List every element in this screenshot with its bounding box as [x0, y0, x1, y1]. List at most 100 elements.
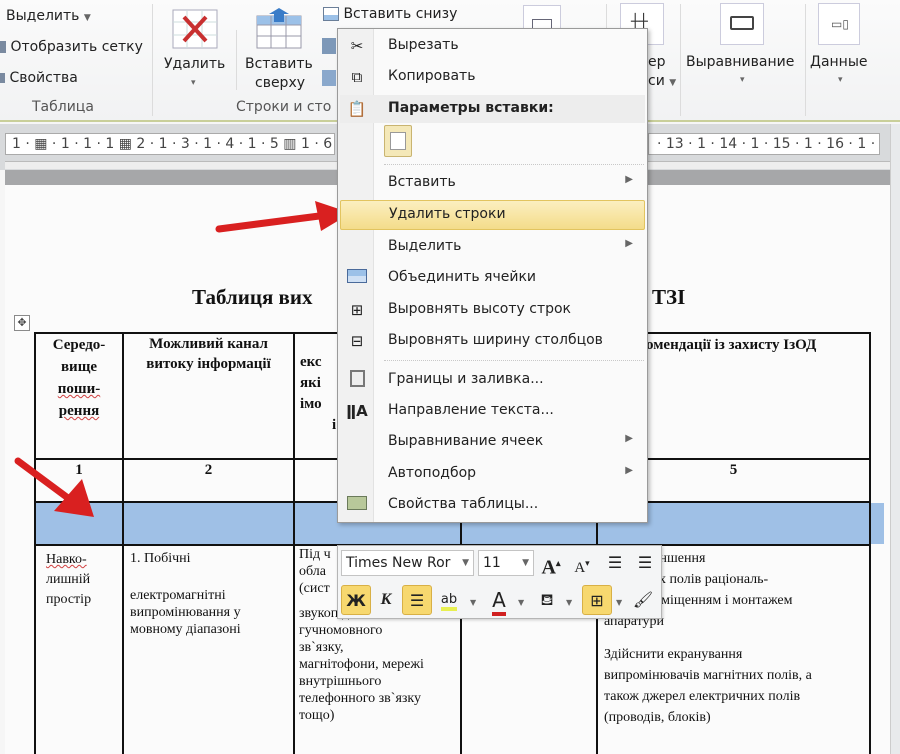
group-label-rows-cols: Строки и сто: [236, 99, 332, 115]
chevron-down-icon: ▾: [740, 75, 745, 85]
cell-line: магнітофони, мережі: [299, 657, 424, 672]
header-line: рення: [58, 403, 100, 419]
menu-item-autofit[interactable]: Автоподбор ▶: [340, 460, 645, 488]
bold-button[interactable]: Ж: [341, 585, 371, 615]
insert-below-button[interactable]: Вставить снизу: [323, 6, 457, 22]
select-button[interactable]: Выделить ▼: [6, 8, 91, 24]
menu-item-merge-cells[interactable]: Объединить ячейки: [340, 264, 645, 292]
menu-item-borders[interactable]: Границы и заливка...: [340, 366, 645, 394]
grow-font-icon: A: [541, 556, 556, 579]
column-number-2: 2: [204, 462, 213, 478]
table-move-handle-icon[interactable]: ✥: [14, 315, 30, 331]
menu-item-label: Вырезать: [388, 37, 459, 53]
text-direction-icon: ǁA: [346, 402, 368, 420]
menu-item-cell-alignment[interactable]: Выравнивание ячеек ▶: [340, 428, 645, 456]
alignment-button[interactable]: Выравнивание ▾: [684, 3, 804, 93]
paste-keep-formatting-button[interactable]: [384, 125, 412, 157]
header-col-2: Можливий канал витоку інформації: [124, 334, 293, 374]
show-grid-button[interactable]: Отобразить сетку: [0, 39, 143, 55]
insert-right-icon[interactable]: [322, 70, 336, 86]
group-separator: [805, 4, 806, 116]
show-grid-label: Отобразить сетку: [10, 39, 143, 55]
menu-item-copy[interactable]: ⧉ Копировать: [340, 63, 645, 91]
menu-item-label: Границы и заливка...: [388, 371, 544, 387]
group-label-table: Таблица: [32, 99, 94, 115]
delete-table-icon: [172, 9, 218, 49]
chevron-down-icon: ▼: [83, 13, 91, 23]
menu-item-label: Автоподбор: [388, 465, 477, 481]
decrease-indent-button[interactable]: ☰: [600, 548, 630, 578]
chevron-down-icon[interactable]: ▼: [566, 598, 572, 607]
distribute-columns-icon: ⊟: [350, 332, 364, 350]
header-line: Можливий канал: [149, 336, 268, 352]
cell-line: випромінювання у: [130, 605, 241, 620]
cell-size-partial-2: си ▼: [648, 73, 676, 89]
highlight-icon: ab: [440, 592, 458, 611]
menu-item-distribute-rows[interactable]: ⊞ Выровнять высоту строк: [340, 296, 645, 324]
center-align-button[interactable]: ☰: [402, 585, 432, 615]
menu-item-delete-rows[interactable]: Удалить строки: [340, 200, 645, 230]
alignment-icon-frame: [720, 3, 764, 45]
borders-button[interactable]: ⊞: [582, 585, 612, 615]
highlight-button[interactable]: ab: [434, 585, 464, 615]
menu-item-cut[interactable]: ✂ Вырезать: [340, 32, 645, 60]
data-label: Данные: [810, 54, 868, 70]
italic-button[interactable]: К: [371, 585, 401, 615]
font-name-field[interactable]: Times New Ror ▼: [341, 550, 474, 576]
properties-icon: [0, 73, 5, 83]
chevron-down-icon[interactable]: ▼: [518, 598, 524, 607]
header-line: і: [332, 417, 337, 433]
menu-item-text-direction[interactable]: ǁA Направление текста...: [340, 397, 645, 425]
document-title-right: ТЗІ: [652, 285, 686, 309]
alignment-label: Выравнивание: [686, 54, 795, 70]
increase-indent-button[interactable]: ☰: [630, 548, 660, 578]
scissors-icon: ✂: [350, 37, 364, 55]
ruler-left-segment: 1 · ▦ · 1 · 1 · 1 ▦ 2 · 1 · 3 · 1 · 4 · …: [5, 133, 335, 155]
header-line: вище: [60, 359, 98, 375]
decrease-indent-icon: ☰: [607, 553, 623, 572]
chevron-down-icon: ▼: [669, 78, 677, 88]
menu-item-insert[interactable]: Вставить ▶: [340, 169, 645, 197]
cell-line: випромінювачів магнітних полів, а: [604, 668, 812, 683]
center-align-icon: ☰: [409, 591, 425, 610]
copy-icon: ⧉: [351, 68, 363, 86]
ruler-right-segment: · 13 · 1 · 14 · 1 · 15 · 1 · 16 · 1 · 1: [648, 133, 880, 155]
grow-font-button[interactable]: A▴: [536, 548, 566, 579]
merge-cells-icon: [346, 268, 368, 288]
insert-above-button[interactable]: Вставить сверху: [240, 6, 316, 94]
chevron-down-icon[interactable]: ▼: [470, 598, 476, 607]
menu-item-table-properties[interactable]: Свойства таблицы...: [340, 491, 645, 519]
cell-line: також джерел електричних полів: [604, 689, 801, 704]
properties-button[interactable]: Свойства: [0, 70, 78, 86]
data-button[interactable]: ▭▯ Данные ▾: [808, 3, 878, 93]
shrink-font-button[interactable]: A▾: [567, 548, 597, 578]
shading-button[interactable]: ⛾: [532, 585, 562, 615]
menu-item-label: Параметры вставки:: [388, 100, 554, 116]
format-painter-button[interactable]: 🖌: [628, 585, 658, 615]
menu-item-label: Объединить ячейки: [388, 269, 537, 285]
font-size-value: 11: [483, 555, 501, 571]
menu-item-select[interactable]: Выделить ▶: [340, 233, 645, 261]
format-painter-icon: 🖌: [632, 590, 654, 609]
delete-button[interactable]: Удалить ▾: [160, 6, 232, 94]
distribute-rows-icon: ⊞: [350, 301, 364, 319]
font-size-field[interactable]: 11 ▼: [478, 550, 534, 576]
document-title-left: Таблиця вих: [192, 285, 313, 309]
header-col-3: екс які імо і: [300, 352, 340, 436]
menu-item-label: Выделить: [388, 238, 462, 254]
chevron-down-icon: ▾: [838, 75, 843, 85]
paint-bucket-icon: ⛾: [540, 590, 554, 609]
table-properties-icon: [346, 495, 368, 515]
chevron-down-icon: ▾: [191, 78, 196, 88]
delete-label: Удалить: [164, 56, 226, 72]
font-color-button[interactable]: A: [484, 585, 514, 616]
cell-line: 1. Побічні: [130, 551, 191, 566]
insert-above-icon: [256, 8, 302, 49]
chevron-down-icon: ▼: [462, 558, 469, 568]
menu-item-distribute-columns[interactable]: ⊟ Выровнять ширину столбцов: [340, 327, 645, 355]
vertical-scrollbar[interactable]: [890, 124, 900, 754]
menu-item-label: Выровнять ширину столбцов: [388, 332, 603, 348]
chevron-down-icon[interactable]: ▼: [616, 598, 622, 607]
cell-environment: Навко- лишній простір: [46, 550, 122, 610]
insert-left-icon[interactable]: [322, 38, 336, 54]
